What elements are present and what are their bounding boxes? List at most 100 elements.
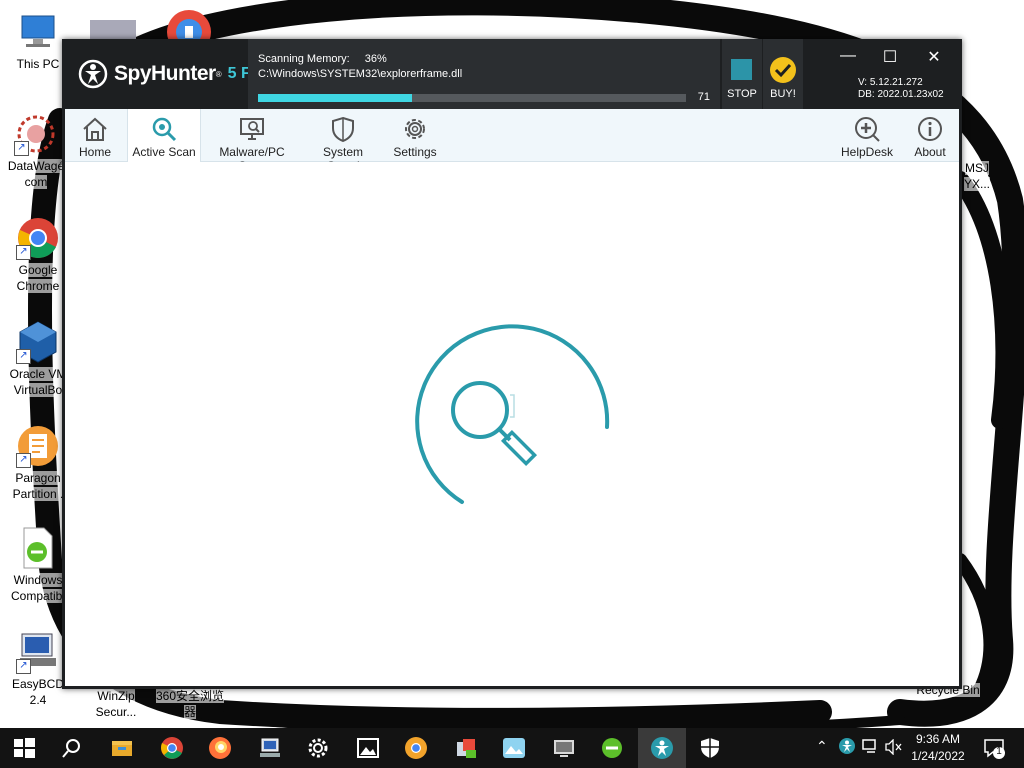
tab-home[interactable]: Home xyxy=(71,109,119,161)
minimize-button[interactable]: — xyxy=(834,47,862,67)
notification-count: 1 xyxy=(996,746,1002,757)
scanning-animation xyxy=(415,324,610,504)
tab-label: Active Scan xyxy=(132,145,196,159)
shield-icon xyxy=(701,738,719,758)
windows-logo-icon xyxy=(14,738,35,758)
stop-button[interactable]: STOP xyxy=(722,39,762,109)
title-bar[interactable]: SpyHunter ® 5 Free Scanning Memory: 36% … xyxy=(62,39,962,109)
shortcut-arrow-icon: ↗ xyxy=(16,453,31,468)
taskbar-search-button[interactable] xyxy=(48,728,96,768)
spyhunter-logo-icon xyxy=(78,59,108,89)
clock-date: 1/24/2022 xyxy=(911,749,965,763)
tab-about[interactable]: About xyxy=(905,109,955,161)
taskbar-chrome-canary[interactable] xyxy=(392,728,440,768)
maximize-icon: ☐ xyxy=(882,49,898,66)
tab-label: About xyxy=(914,145,946,159)
taskbar-chrome[interactable] xyxy=(148,728,196,768)
firefox-icon xyxy=(209,737,231,759)
taskbar-spyhunter[interactable] xyxy=(638,728,686,768)
chrome-icon: ↗ xyxy=(16,216,60,260)
tab-label: HelpDesk xyxy=(840,145,894,159)
taskbar-photos[interactable] xyxy=(344,728,392,768)
photos-icon xyxy=(357,738,379,758)
taskbar-image-app[interactable] xyxy=(490,728,538,768)
desktop-lock-app-icon[interactable] xyxy=(166,8,212,54)
tray-chevron-up-icon[interactable]: ⌃ xyxy=(816,738,828,755)
tab-label: Home xyxy=(78,145,111,159)
shortcut-arrow-icon: ↗ xyxy=(16,349,31,364)
tab-label: Settings xyxy=(393,145,437,159)
scan-progress-arc xyxy=(415,324,610,504)
installer-icon xyxy=(457,739,476,758)
shortcut-arrow-icon: ↗ xyxy=(16,245,31,260)
minimize-icon: — xyxy=(840,47,856,64)
start-button[interactable] xyxy=(0,728,48,768)
taskbar-monitor-app[interactable] xyxy=(540,728,588,768)
desktop-icon-winzip[interactable]: WinZip Secur... xyxy=(80,688,152,720)
maximize-button[interactable]: ☐ xyxy=(876,47,904,67)
desktop-icon-label: WinZip Secur... xyxy=(95,689,137,719)
home-icon xyxy=(83,117,107,141)
desktop-icon-360-browser[interactable]: 360安全浏览器 xyxy=(154,688,226,720)
tray-network-icon[interactable] xyxy=(862,739,880,755)
tab-malware-pc-scan[interactable]: Malware/PC Scan xyxy=(205,109,299,173)
shortcut-arrow-icon: ↗ xyxy=(16,659,31,674)
network-tool-icon xyxy=(260,738,280,757)
spyhunter-icon xyxy=(651,737,673,759)
taskbar: ⌃ 9:36 AM 1/24/2022 1 xyxy=(0,728,1024,768)
tray-spyhunter-icon[interactable] xyxy=(838,737,856,755)
desktop-icon-label: EasyBCD 2.4 xyxy=(11,677,64,707)
spyhunter-window: SpyHunter ® 5 Free Scanning Memory: 36% … xyxy=(62,39,962,689)
buy-label: BUY! xyxy=(770,88,796,100)
shortcut-arrow-icon: ↗ xyxy=(14,141,29,156)
image-app-icon xyxy=(503,738,525,758)
tab-settings[interactable]: Settings xyxy=(389,109,441,161)
tab-system-guard[interactable]: System Guard xyxy=(305,109,381,173)
info-icon xyxy=(918,117,942,141)
desktop-icon-label: Paragon Partition . xyxy=(12,471,64,501)
checkmark-badge-icon xyxy=(770,57,796,83)
monitor-app-icon xyxy=(554,740,574,757)
close-icon: ✕ xyxy=(927,49,941,66)
computer-scan-icon xyxy=(240,118,264,140)
desktop-icon-label: This PC xyxy=(16,57,60,71)
taskbar-security[interactable] xyxy=(686,728,734,768)
scan-label: Scanning Memory: xyxy=(258,53,350,65)
tab-active-scan[interactable]: Active Scan xyxy=(127,109,201,162)
taskbar-ie[interactable] xyxy=(588,728,636,768)
desktop-icon-label: Oracle VM VirtualBo xyxy=(9,367,67,397)
desktop-icon-label: DataWagé com xyxy=(7,159,65,189)
tab-helpdesk[interactable]: HelpDesk xyxy=(839,109,895,161)
chrome-icon xyxy=(161,737,183,759)
virtualbox-icon: ↗ xyxy=(16,320,60,364)
paragon-icon: ↗ xyxy=(16,424,60,468)
desktop-icon-label: Windows Compatibi xyxy=(10,573,66,603)
scan-progress-fill xyxy=(258,94,413,102)
ie-icon xyxy=(602,738,622,758)
desktop-icon-label: Google Chrome xyxy=(16,263,60,293)
magnifier-icon xyxy=(451,381,538,467)
buy-button[interactable]: BUY! xyxy=(763,39,803,109)
taskbar-file-explorer[interactable] xyxy=(98,728,146,768)
close-button[interactable]: ✕ xyxy=(920,47,948,67)
taskbar-clock[interactable]: 9:36 AM 1/24/2022 xyxy=(900,731,976,765)
shield-icon xyxy=(332,116,354,143)
settings-icon xyxy=(308,738,328,758)
taskbar-installer[interactable] xyxy=(442,728,490,768)
scan-beam-icon xyxy=(510,394,515,418)
taskbar-network-tool[interactable] xyxy=(246,728,294,768)
scan-item-count: 71 xyxy=(697,91,710,103)
chrome-canary-icon xyxy=(405,737,427,759)
taskbar-settings[interactable] xyxy=(294,728,342,768)
desktop-icon-label: 360安全浏览器 xyxy=(155,689,225,719)
stop-label: STOP xyxy=(727,88,757,100)
spyhunter-logo: SpyHunter ® 5 Free xyxy=(78,57,275,91)
taskbar-firefox[interactable] xyxy=(196,728,244,768)
gear-icon xyxy=(405,119,425,139)
stop-icon xyxy=(731,59,752,80)
document-ie-icon xyxy=(16,526,60,570)
notification-center-button[interactable]: 1 xyxy=(982,736,1006,760)
version-number: V: 5.12.21.272 xyxy=(858,77,923,88)
computer-icon xyxy=(16,10,60,54)
scan-percent: 36% xyxy=(364,53,387,65)
